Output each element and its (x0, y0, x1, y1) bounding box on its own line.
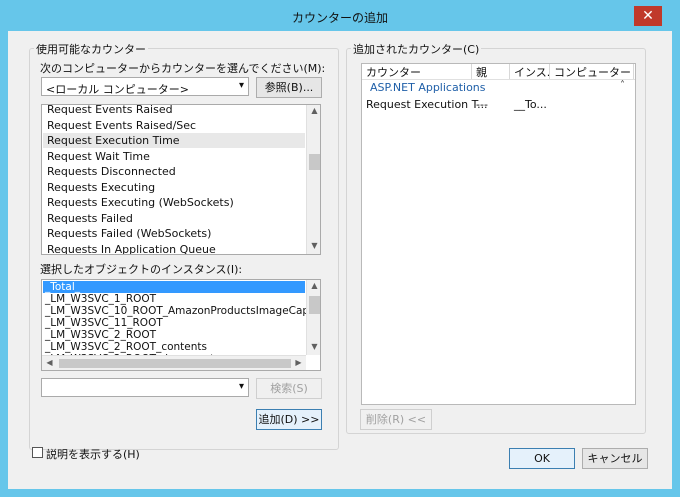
scroll-up-icon[interactable]: ▲ (307, 281, 320, 290)
computer-value: <ローカル コンピューター> (46, 83, 189, 96)
chevron-down-icon: ▾ (238, 381, 244, 392)
show-description-label[interactable]: 説明を表示する(H) (46, 446, 140, 462)
counter-list-item[interactable]: Requests Disconnected (47, 165, 176, 178)
selected-instance-highlight (43, 281, 305, 293)
counter-list-scrollbar[interactable]: ▲ ▼ (306, 105, 320, 254)
scroll-thumb[interactable] (309, 154, 320, 170)
counter-list-item[interactable]: Requests In Application Queue (47, 243, 216, 254)
ok-button[interactable]: OK (509, 448, 575, 469)
title-bar[interactable]: カウンターの追加 ✕ (0, 0, 680, 30)
cancel-button[interactable]: キャンセル (582, 448, 648, 469)
counter-list-item[interactable]: Requests Failed (47, 212, 133, 225)
added-counters-label: 追加されたカウンター(C) (351, 41, 482, 57)
column-header-counter[interactable]: カウンター (362, 64, 472, 79)
counter-list-item[interactable]: Requests Failed (WebSockets) (47, 227, 211, 240)
instance-list-item[interactable]: _Total_ (45, 281, 80, 293)
row-parent: --- (476, 98, 488, 111)
show-description-checkbox[interactable] (32, 447, 43, 458)
instance-list-item[interactable]: _LM_W3SVC_11_ROOT (45, 317, 163, 329)
available-counters-label: 使用可能なカウンター (34, 41, 148, 57)
add-button[interactable]: 追加(D) >> (256, 409, 322, 430)
remove-button[interactable]: 削除(R) << (360, 409, 432, 430)
instance-list[interactable]: _Total_ _LM_W3SVC_1_ROOT _LM_W3SVC_10_ROOT… (41, 279, 321, 371)
instances-label: 選択したオブジェクトのインスタンス(I): (40, 263, 243, 276)
scroll-left-icon[interactable]: ◀ (42, 358, 57, 367)
collapse-icon[interactable]: ˄ (620, 80, 625, 91)
window-title: カウンターの追加 (291, 11, 388, 25)
column-header-parent[interactable]: 親 (472, 64, 510, 79)
search-button[interactable]: 検索(S) (256, 378, 322, 399)
scroll-down-icon[interactable]: ▼ (307, 342, 320, 351)
group-row-label: ASP.NET Applications (370, 81, 486, 94)
instance-list-item[interactable]: _LM_W3SVC_10_ROOT_AmazonProductsImageCap… (45, 305, 320, 317)
instance-list-item[interactable]: _LM_W3SVC_1_ROOT (45, 293, 156, 305)
browse-button[interactable]: 参照(B)... (256, 77, 322, 98)
column-header-computer[interactable]: コンピューター (550, 64, 634, 79)
scroll-down-icon[interactable]: ▼ (307, 241, 320, 250)
instance-list-item[interactable]: _LM_W3SVC_2_ROOT (45, 329, 156, 341)
counter-list[interactable]: Request Events Raised Request Events Rais… (41, 104, 321, 255)
counter-list-item[interactable]: Request Execution Time (47, 134, 180, 147)
column-header-instance[interactable]: インス... (510, 64, 550, 79)
table-row[interactable]: Request Execution T... --- __To... (362, 97, 635, 112)
search-combobox[interactable]: ▾ (41, 378, 249, 397)
dialog-body: 使用可能なカウンター 次のコンピューターからカウンターを選んでください(M): … (8, 31, 672, 489)
computer-combobox[interactable]: <ローカル コンピューター> ▾ (41, 77, 249, 96)
instance-list-hscrollbar[interactable]: ◀ ▶ (42, 355, 306, 370)
instance-list-vscrollbar[interactable]: ▲ ▼ (306, 280, 320, 355)
counter-list-item[interactable]: Requests Executing (WebSockets) (47, 196, 234, 209)
counter-list-item[interactable]: Request Wait Time (47, 150, 150, 163)
scroll-up-icon[interactable]: ▲ (307, 106, 320, 115)
counter-list-item[interactable]: Request Events Raised/Sec (47, 119, 196, 132)
group-row[interactable]: ASP.NET Applications ˄ (362, 80, 635, 95)
instance-list-item[interactable]: _LM_W3SVC_2_ROOT_contents (45, 341, 207, 353)
row-counter: Request Execution T... (366, 98, 488, 111)
scroll-thumb[interactable] (59, 359, 291, 368)
scroll-thumb[interactable] (309, 296, 320, 314)
row-instance: __To... (514, 98, 547, 111)
added-counters-list[interactable]: カウンター 親 インス... コンピューター ASP.NET Applicati… (361, 63, 636, 405)
add-counters-window: カウンターの追加 ✕ 使用可能なカウンター 次のコンピューターからカウンターを選… (0, 0, 680, 497)
counter-list-item[interactable]: Requests Executing (47, 181, 155, 194)
computer-label: 次のコンピューターからカウンターを選んでください(M): (40, 62, 326, 75)
chevron-down-icon: ▾ (238, 80, 244, 91)
close-button[interactable]: ✕ (634, 6, 662, 26)
scroll-right-icon[interactable]: ▶ (291, 358, 306, 367)
counter-list-item[interactable]: Request Events Raised (47, 105, 173, 116)
